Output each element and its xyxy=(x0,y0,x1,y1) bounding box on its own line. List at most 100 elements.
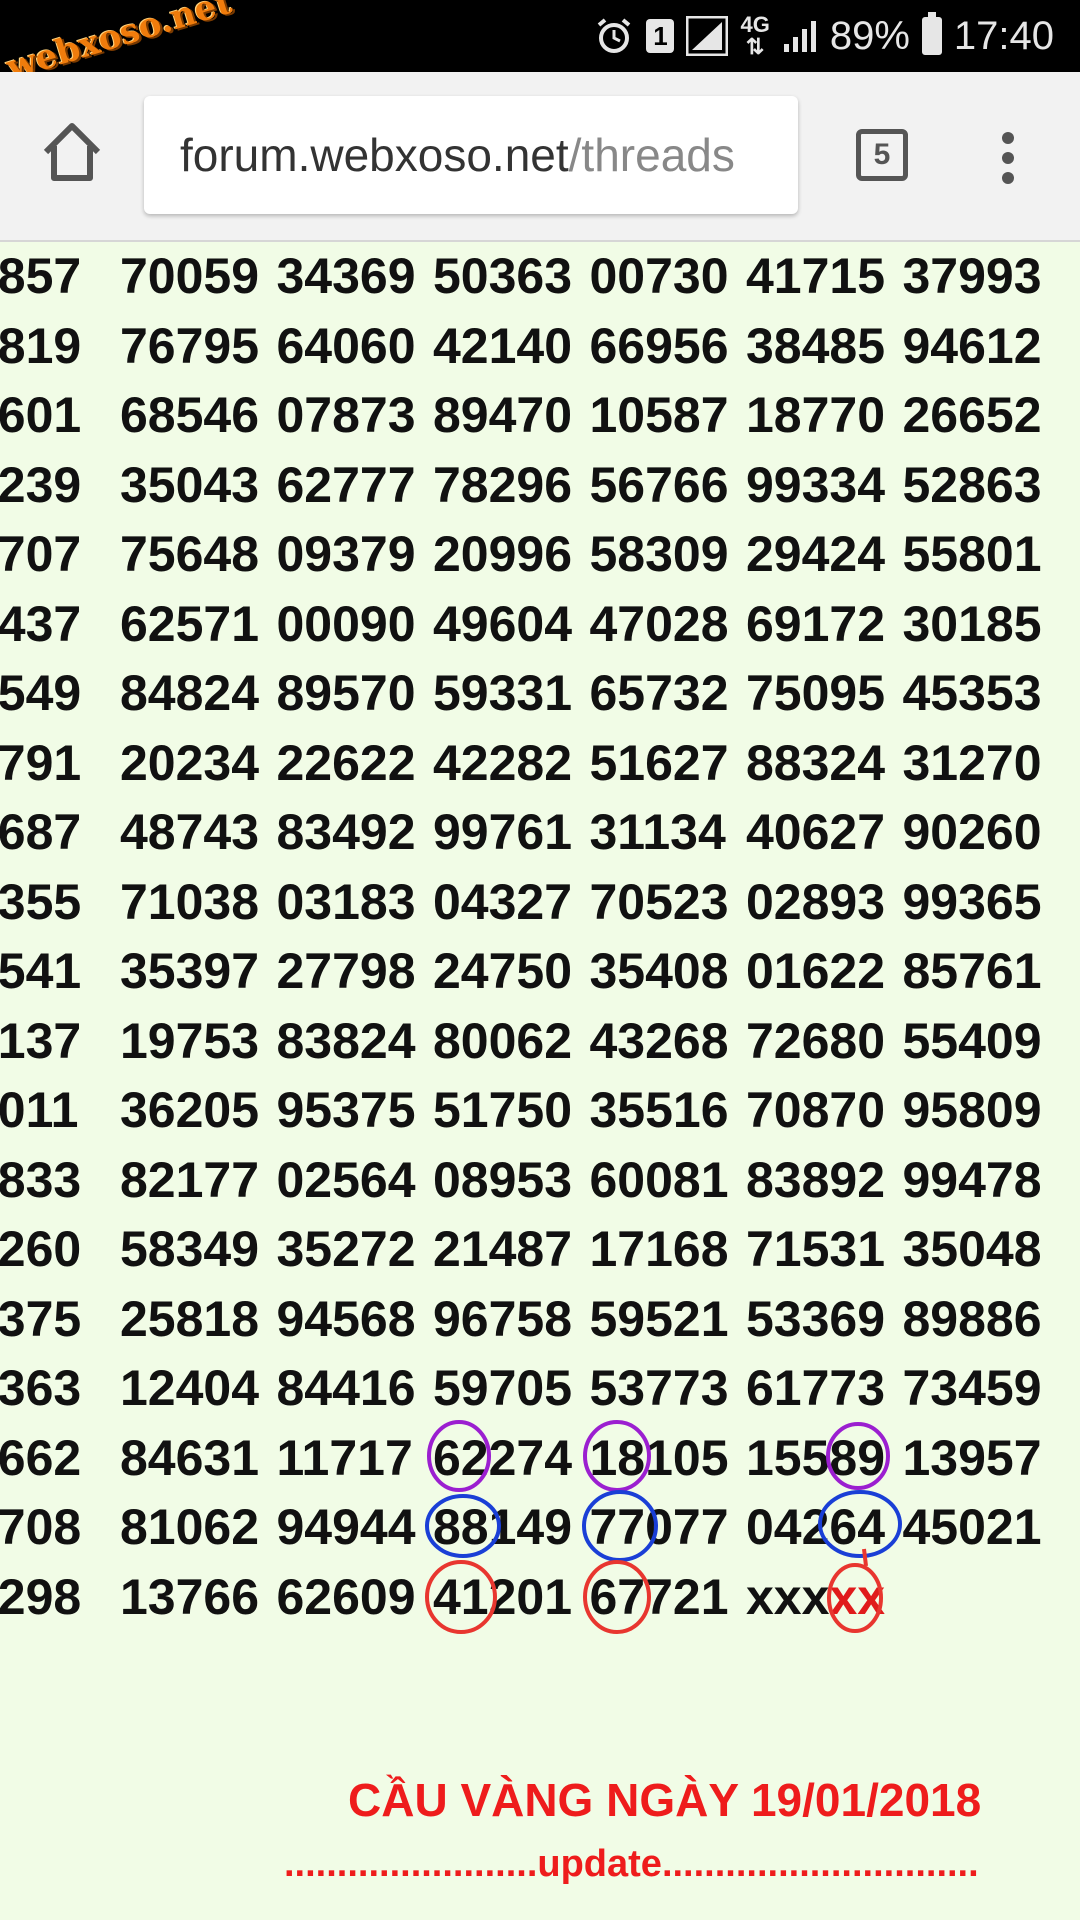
number-cell: 99365 xyxy=(902,873,1042,930)
home-icon xyxy=(43,123,101,181)
number-cell: 84416 xyxy=(276,1360,416,1416)
number-cell: 04327 xyxy=(433,873,573,930)
number-cell: 59521 xyxy=(589,1290,729,1347)
number-cell: 52863 xyxy=(902,456,1042,513)
number-cell: 89470 xyxy=(433,387,573,443)
number-cell: 17168 xyxy=(589,1221,729,1277)
address-bar[interactable]: forum.webxoso.net/threads xyxy=(144,96,798,214)
number-cell: 04264 xyxy=(746,1499,886,1555)
number-cell: 69172 xyxy=(746,595,886,652)
number-cell: 31134 xyxy=(589,804,726,860)
number-cell: 84824 xyxy=(120,665,260,721)
number-cell: 35048 xyxy=(902,1221,1042,1277)
number-cell: 36205 xyxy=(120,1082,260,1138)
number-cell: 47028 xyxy=(589,595,729,652)
number-cell: 26652 xyxy=(902,387,1042,443)
number-row: 0363 12404 84416 59705 53773 61773 73459 xyxy=(0,1354,1080,1424)
url-host: forum.webxoso.net xyxy=(180,129,569,181)
number-cell: 62274 xyxy=(433,1429,573,1486)
overflow-menu-button[interactable] xyxy=(996,128,1020,188)
alarm-icon xyxy=(594,16,634,56)
number-cell: 73459 xyxy=(902,1360,1042,1416)
number-cell: 48743 xyxy=(120,804,260,860)
sim-slot-badge: 1 xyxy=(646,19,675,53)
number-cell: 42282 xyxy=(433,734,573,791)
number-cell: 90260 xyxy=(902,804,1042,860)
number-cell: 89886 xyxy=(902,1290,1042,1347)
home-button[interactable] xyxy=(38,118,106,186)
number-cell: 83892 xyxy=(746,1151,886,1208)
number-cell: 88324 xyxy=(746,734,886,791)
number-row: 0833 82177 02564 08953 60081 83892 99478 xyxy=(0,1146,1080,1216)
number-cell: 3707 xyxy=(0,526,82,582)
url-path: /threads xyxy=(568,129,735,181)
status-icons: 1 4G ⇅ 89% 17:40 xyxy=(594,8,1054,64)
golden-bridge-title: CẦU VÀNG NGÀY 19/01/2018 xyxy=(348,1774,982,1826)
number-row: 8819 76795 64060 42140 66956 38485 94612 xyxy=(0,312,1080,382)
number-cell: 59331 xyxy=(433,665,573,721)
pending-highlight: xx xyxy=(829,1568,886,1625)
number-row: 9260 58349 35272 21487 17168 71531 35048 xyxy=(0,1215,1080,1285)
number-cell: 55801 xyxy=(902,526,1042,582)
number-cell: 12404 xyxy=(120,1360,260,1416)
more-vert-icon xyxy=(1002,132,1014,184)
number-cell: 80062 xyxy=(433,1012,573,1069)
number-cell: 71531 xyxy=(746,1221,886,1277)
number-cell: 41715 xyxy=(746,248,886,304)
battery-icon xyxy=(921,12,942,55)
number-cell: 00730 xyxy=(589,248,729,304)
number-cell: 9011 xyxy=(0,1082,79,1138)
number-row: 1239 35043 62777 78296 56766 99334 52863 xyxy=(0,451,1080,521)
number-cell: 8819 xyxy=(0,317,82,374)
number-cell: 3355 xyxy=(0,873,82,930)
number-cell: 51627 xyxy=(589,734,729,791)
number-cell: 95375 xyxy=(276,1082,416,1138)
number-cell: 56766 xyxy=(589,456,729,513)
number-row: 5298 13766 62609 41201 67721 xxxxx xyxy=(0,1563,1080,1633)
number-cell: 0363 xyxy=(0,1360,82,1416)
number-cell: 07873 xyxy=(276,387,416,443)
number-cell: 0791 xyxy=(0,734,82,791)
number-cell: 0833 xyxy=(0,1151,82,1208)
number-cell: 81062 xyxy=(120,1499,260,1555)
number-cell: 30185 xyxy=(902,595,1042,652)
number-cell: 09379 xyxy=(276,526,416,582)
number-cell: 5437 xyxy=(0,595,82,652)
number-cell: 70059 xyxy=(120,248,260,304)
number-cell: 9260 xyxy=(0,1221,82,1277)
number-cell: 60081 xyxy=(589,1151,729,1208)
number-cell: 35272 xyxy=(276,1221,416,1277)
number-cell: 03183 xyxy=(276,873,416,930)
network-type-label: 4G ⇅ xyxy=(740,14,769,58)
number-cell: 78296 xyxy=(433,456,573,513)
number-cell: 5298 xyxy=(0,1568,82,1625)
battery-percent: 89% xyxy=(829,13,910,58)
number-cell: 01622 xyxy=(746,943,886,999)
number-cell: 35397 xyxy=(120,943,260,999)
number-cell: 72680 xyxy=(746,1012,886,1069)
number-cell: 18105 xyxy=(589,1429,729,1486)
number-cell: 11717 xyxy=(276,1429,413,1486)
number-cell: 88149 xyxy=(433,1499,573,1555)
number-row: 4549 84824 89570 59331 65732 75095 45353 xyxy=(0,659,1080,729)
number-cell: 40627 xyxy=(746,804,886,860)
number-cell: 62609 xyxy=(276,1568,416,1625)
number-cell: 35043 xyxy=(120,456,260,513)
number-cell: 20234 xyxy=(120,734,260,791)
number-cell: 76795 xyxy=(120,317,260,374)
pending-prefix: xxx xyxy=(746,1568,830,1625)
number-row: 1662 84631 11717 62274 18105 15589 13957 xyxy=(0,1424,1080,1494)
number-cell: 15589 xyxy=(746,1429,886,1486)
number-cell: 19753 xyxy=(120,1012,260,1069)
number-cell: 53773 xyxy=(589,1360,729,1416)
number-cell: 67721 xyxy=(589,1568,729,1625)
number-cell: 02893 xyxy=(746,873,886,930)
number-cell: 53369 xyxy=(746,1290,886,1347)
number-cell: 31270 xyxy=(902,734,1042,791)
lottery-number-grid: 9857 70059 34369 50363 00730 41715 37993 8819 76… xyxy=(0,242,1080,1632)
url-text: forum.webxoso.net/threads xyxy=(180,96,735,214)
browser-toolbar: forum.webxoso.net/threads 5 xyxy=(0,72,1080,242)
number-cell: 3137 xyxy=(0,1012,82,1069)
tab-switcher-button[interactable]: 5 xyxy=(856,129,908,181)
number-cell: 37993 xyxy=(902,248,1042,304)
